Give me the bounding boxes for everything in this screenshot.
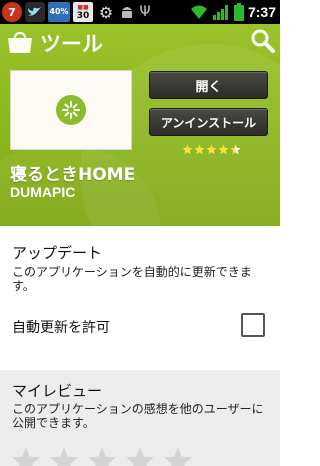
rating-star-icon (182, 144, 193, 155)
review-star-icon[interactable] (48, 446, 80, 466)
app-name: 寝るときHOME (10, 165, 136, 185)
clock: 7:37 (247, 4, 276, 20)
calendar-icon: ■■ 30 (73, 2, 93, 22)
rating-star-icon (218, 144, 229, 155)
open-button[interactable]: 開く (149, 71, 268, 99)
review-star-icon[interactable] (162, 446, 194, 466)
update-description: このアプリケーションを自動的に更新できます。 (12, 265, 252, 293)
app-logo-icon (56, 95, 86, 125)
app-screenshot[interactable] (10, 70, 132, 150)
review-star-icon[interactable] (10, 446, 42, 466)
usb-icon: Ψ (139, 4, 151, 20)
battery-40-icon: 40% (48, 2, 70, 22)
signal-icon (212, 5, 228, 20)
rating-star-icon (230, 144, 241, 155)
developer-name[interactable]: DUMAPIC (10, 184, 75, 200)
review-title: マイレビュー (12, 382, 103, 400)
auto-update-checkbox[interactable] (241, 313, 265, 337)
settings-icon: ⚙ (98, 2, 114, 22)
rating-star-icon (194, 144, 205, 155)
review-star-icon[interactable] (124, 446, 156, 466)
update-title: アップデート (12, 244, 103, 262)
review-description: このアプリケーションの感想を他のユーザーに公開できます。 (12, 402, 264, 430)
my-review-section: マイレビュー このアプリケーションの感想を他のユーザーに公開できます。 (0, 370, 280, 466)
notification-icon[interactable]: 7 (2, 2, 22, 22)
android-icon (119, 2, 135, 22)
market-bag-icon[interactable] (6, 32, 34, 54)
review-rating-stars[interactable] (10, 446, 194, 466)
uninstall-button[interactable]: アンインストール (149, 108, 268, 136)
battery-icon (233, 3, 244, 21)
twitter-icon (25, 2, 45, 22)
review-star-icon[interactable] (86, 446, 118, 466)
app-rating (182, 144, 241, 155)
search-icon[interactable] (250, 28, 276, 54)
category-title: ツール (40, 32, 103, 56)
auto-update-label[interactable]: 自動更新を許可 (12, 317, 110, 337)
rating-star-icon (206, 144, 217, 155)
title-bar: ツール (0, 24, 280, 60)
app-header: ツール 開く アンインストール 寝るときHOME DUMAPIC (0, 24, 280, 226)
status-bar: 7 40% ■■ 30 ⚙ Ψ 7:37 (0, 0, 280, 24)
wifi-icon (190, 5, 207, 19)
